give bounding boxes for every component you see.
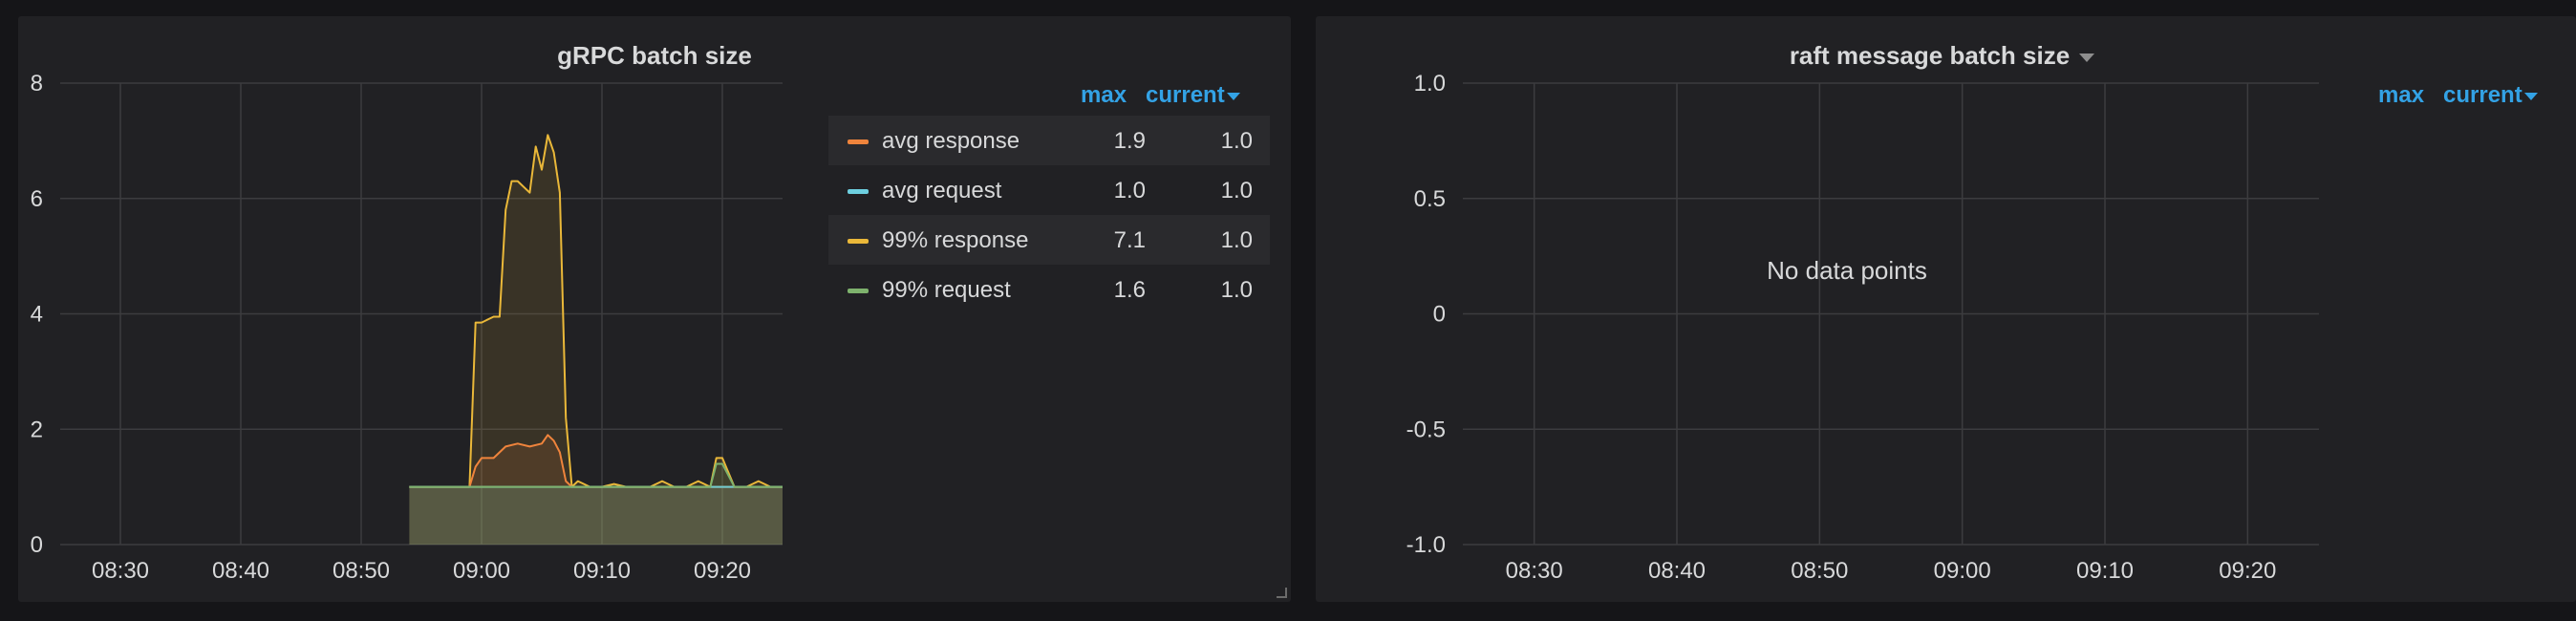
y-tick-label: 1.0: [1414, 71, 1446, 96]
grid: [1463, 82, 2319, 546]
legend-series-name[interactable]: 99% request: [882, 277, 1011, 304]
legend-max-value: 1.0: [1113, 178, 1146, 203]
legend-item[interactable]: 99% request 1.6 1.0: [828, 265, 1270, 314]
legend-series-name[interactable]: avg request: [882, 178, 1001, 204]
x-tick-label: 08:40: [1648, 558, 1706, 584]
legend-current-value: 1.0: [1220, 227, 1253, 253]
y-tick-label: 6: [31, 186, 43, 212]
legend-max-value: 7.1: [1113, 227, 1146, 253]
legend-max-value: 1.6: [1113, 277, 1146, 303]
x-tick-label: 08:50: [333, 558, 390, 584]
series-layer: [409, 134, 783, 546]
raft-message-batch-size-panel: raft message batch size 1.0 0.5 0 -0.5 -1.0 0…: [1316, 16, 2576, 602]
legend-max-value: 1.9: [1113, 128, 1146, 154]
y-tick-label: 0: [31, 532, 43, 558]
x-tick-label: 09:10: [2076, 558, 2134, 584]
raft-message-batch-size-chart: 1.0 0.5 0 -0.5 -1.0 08:30 08:40 08:50 09:00 09:10…: [1406, 71, 2319, 584]
legend-header-max[interactable]: max: [1081, 82, 1127, 109]
x-tick-label: 08:50: [1791, 558, 1848, 584]
legend-item[interactable]: avg response 1.9 1.0: [828, 116, 1270, 165]
legend-current-value: 1.0: [1220, 128, 1253, 154]
legend-header-current-label: current: [2443, 82, 2522, 108]
series-color-swatch[interactable]: [848, 189, 869, 194]
legend: avg response 1.9 1.0 avg request 1.0 1.0 99% r…: [828, 116, 1270, 314]
x-tick-label: 09:20: [694, 558, 751, 584]
x-tick-label: 09:00: [453, 558, 510, 584]
x-tick-label: 08:30: [92, 558, 149, 584]
legend-series-name[interactable]: avg response: [882, 128, 1020, 155]
legend-series-name[interactable]: 99% response: [882, 227, 1028, 254]
series-color-swatch[interactable]: [848, 139, 869, 144]
legend-header-current[interactable]: current: [2443, 82, 2538, 109]
legend-current-value: 1.0: [1220, 178, 1253, 203]
x-tick-label: 09:20: [2219, 558, 2276, 584]
legend-current-value: 1.0: [1220, 277, 1253, 303]
x-tick-label: 09:10: [573, 558, 631, 584]
legend-item[interactable]: 99% response 7.1 1.0: [828, 215, 1270, 265]
legend-header-current[interactable]: current: [1146, 82, 1240, 109]
y-tick-label: -1.0: [1406, 532, 1446, 558]
legend-header-max[interactable]: max: [2378, 82, 2424, 109]
grid: [60, 82, 783, 546]
legend-item[interactable]: avg request 1.0 1.0: [828, 165, 1270, 215]
y-tick-label: 2: [31, 417, 43, 442]
tick-labels: 1.0 0.5 0 -0.5 -1.0 08:30 08:40 08:50 09:00 09:10…: [1406, 71, 2277, 584]
x-tick-label: 08:40: [212, 558, 269, 584]
y-tick-label: -0.5: [1406, 417, 1446, 442]
grpc-batch-size-chart: 0 2 4 6 8 08:30 08:40 08:50 09:00 09:10 09:20: [31, 71, 783, 584]
x-tick-label: 09:00: [1934, 558, 1991, 584]
legend-header-current-label: current: [1146, 82, 1225, 108]
grpc-batch-size-panel: gRPC batch size 0 2 4 6 8 08:30 08:40 08:50 09:0…: [18, 16, 1291, 602]
x-tick-label: 08:30: [1506, 558, 1563, 584]
y-tick-label: 0.5: [1414, 186, 1446, 212]
series-color-swatch[interactable]: [848, 239, 869, 244]
sort-desc-icon: [1226, 92, 1240, 100]
series-line: [409, 134, 783, 488]
series-color-swatch[interactable]: [848, 289, 869, 293]
y-tick-label: 0: [1433, 302, 1446, 328]
sort-desc-icon: [2523, 92, 2538, 100]
y-tick-label: 8: [31, 71, 43, 96]
resize-handle-icon[interactable]: [1277, 588, 1287, 598]
no-data-message: No data points: [1767, 256, 1927, 285]
y-tick-label: 4: [31, 302, 43, 328]
series-area: [409, 463, 783, 545]
